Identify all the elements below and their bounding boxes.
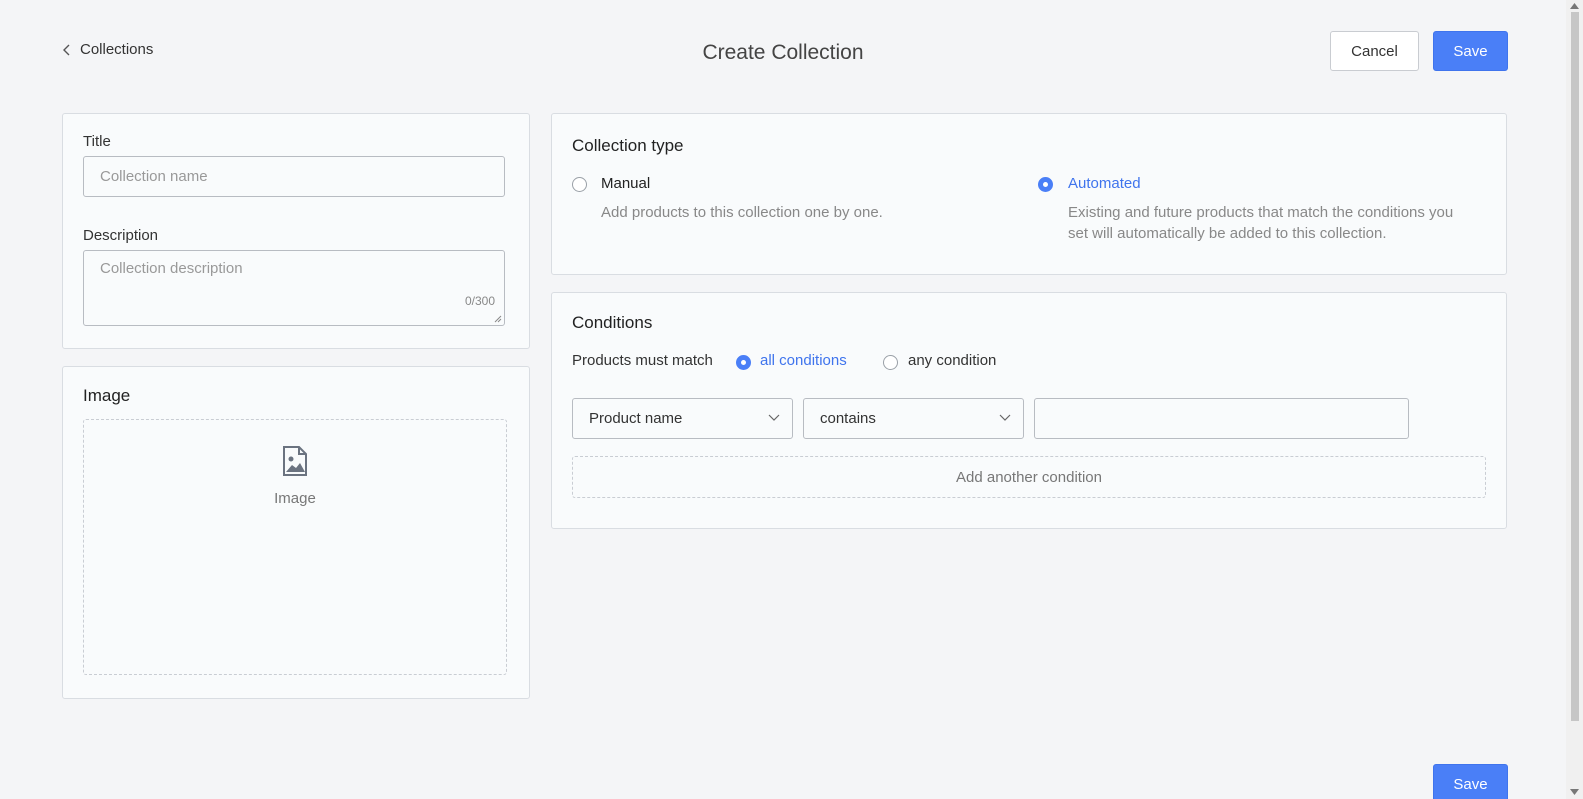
condition-field-select[interactable]: Product name (572, 398, 793, 439)
scrollbar-thumb[interactable] (1571, 12, 1579, 721)
conditions-card: Conditions Products must match all condi… (551, 292, 1507, 529)
title-input[interactable]: Collection name (83, 156, 505, 197)
description-placeholder: Collection description (100, 260, 243, 277)
manual-radio[interactable] (572, 177, 587, 192)
collection-type-title: Collection type (572, 136, 684, 155)
condition-value-input[interactable] (1034, 398, 1409, 439)
automated-description-line-2: set will automatically be added to this … (1068, 225, 1387, 242)
image-card: Image Image (62, 366, 530, 699)
collection-type-card: Collection type Manual Add products to t… (551, 113, 1507, 275)
dropzone-label: Image (274, 490, 316, 507)
title-placeholder: Collection name (100, 168, 208, 185)
collection-info-card: Title Collection name Description Collec… (62, 113, 530, 349)
condition-field-value: Product name (589, 410, 683, 427)
add-condition-button[interactable]: Add another condition (572, 456, 1486, 498)
cancel-button[interactable]: Cancel (1330, 31, 1419, 71)
scroll-up-arrow-icon[interactable] (1570, 3, 1579, 9)
description-textarea[interactable]: Collection description 0/300 (83, 250, 505, 326)
any-condition-label[interactable]: any condition (908, 352, 996, 369)
any-condition-radio[interactable] (883, 355, 898, 370)
title-label: Title (83, 133, 111, 150)
manual-option-description: Add products to this collection one by o… (601, 204, 883, 221)
image-section-title: Image (83, 386, 131, 405)
manual-option-label[interactable]: Manual (601, 175, 650, 192)
match-label: Products must match (572, 352, 713, 369)
all-conditions-label[interactable]: all conditions (760, 352, 847, 369)
automated-option-description: Existing and future products that match … (1068, 202, 1453, 244)
page-header: Collections Create Collection Cancel Sav… (0, 0, 1566, 100)
description-label: Description (83, 227, 159, 244)
scroll-down-arrow-icon[interactable] (1570, 789, 1579, 795)
image-file-icon (283, 446, 307, 476)
automated-radio[interactable] (1038, 177, 1053, 192)
image-dropzone[interactable]: Image (83, 419, 507, 675)
automated-description-line-1: Existing and future products that match … (1068, 204, 1454, 221)
vertical-scrollbar[interactable] (1566, 0, 1583, 799)
save-button[interactable]: Save (1433, 31, 1508, 71)
conditions-title: Conditions (572, 313, 653, 332)
chevron-down-icon (999, 414, 1011, 421)
condition-operator-select[interactable]: contains (803, 398, 1024, 439)
resize-grip-icon[interactable] (494, 315, 502, 323)
description-char-counter: 0/300 (464, 294, 495, 308)
chevron-down-icon (768, 414, 780, 421)
all-conditions-radio[interactable] (736, 355, 751, 370)
save-button-bottom[interactable]: Save (1433, 764, 1508, 799)
automated-option-label[interactable]: Automated (1068, 175, 1141, 192)
condition-operator-value: contains (820, 410, 876, 427)
